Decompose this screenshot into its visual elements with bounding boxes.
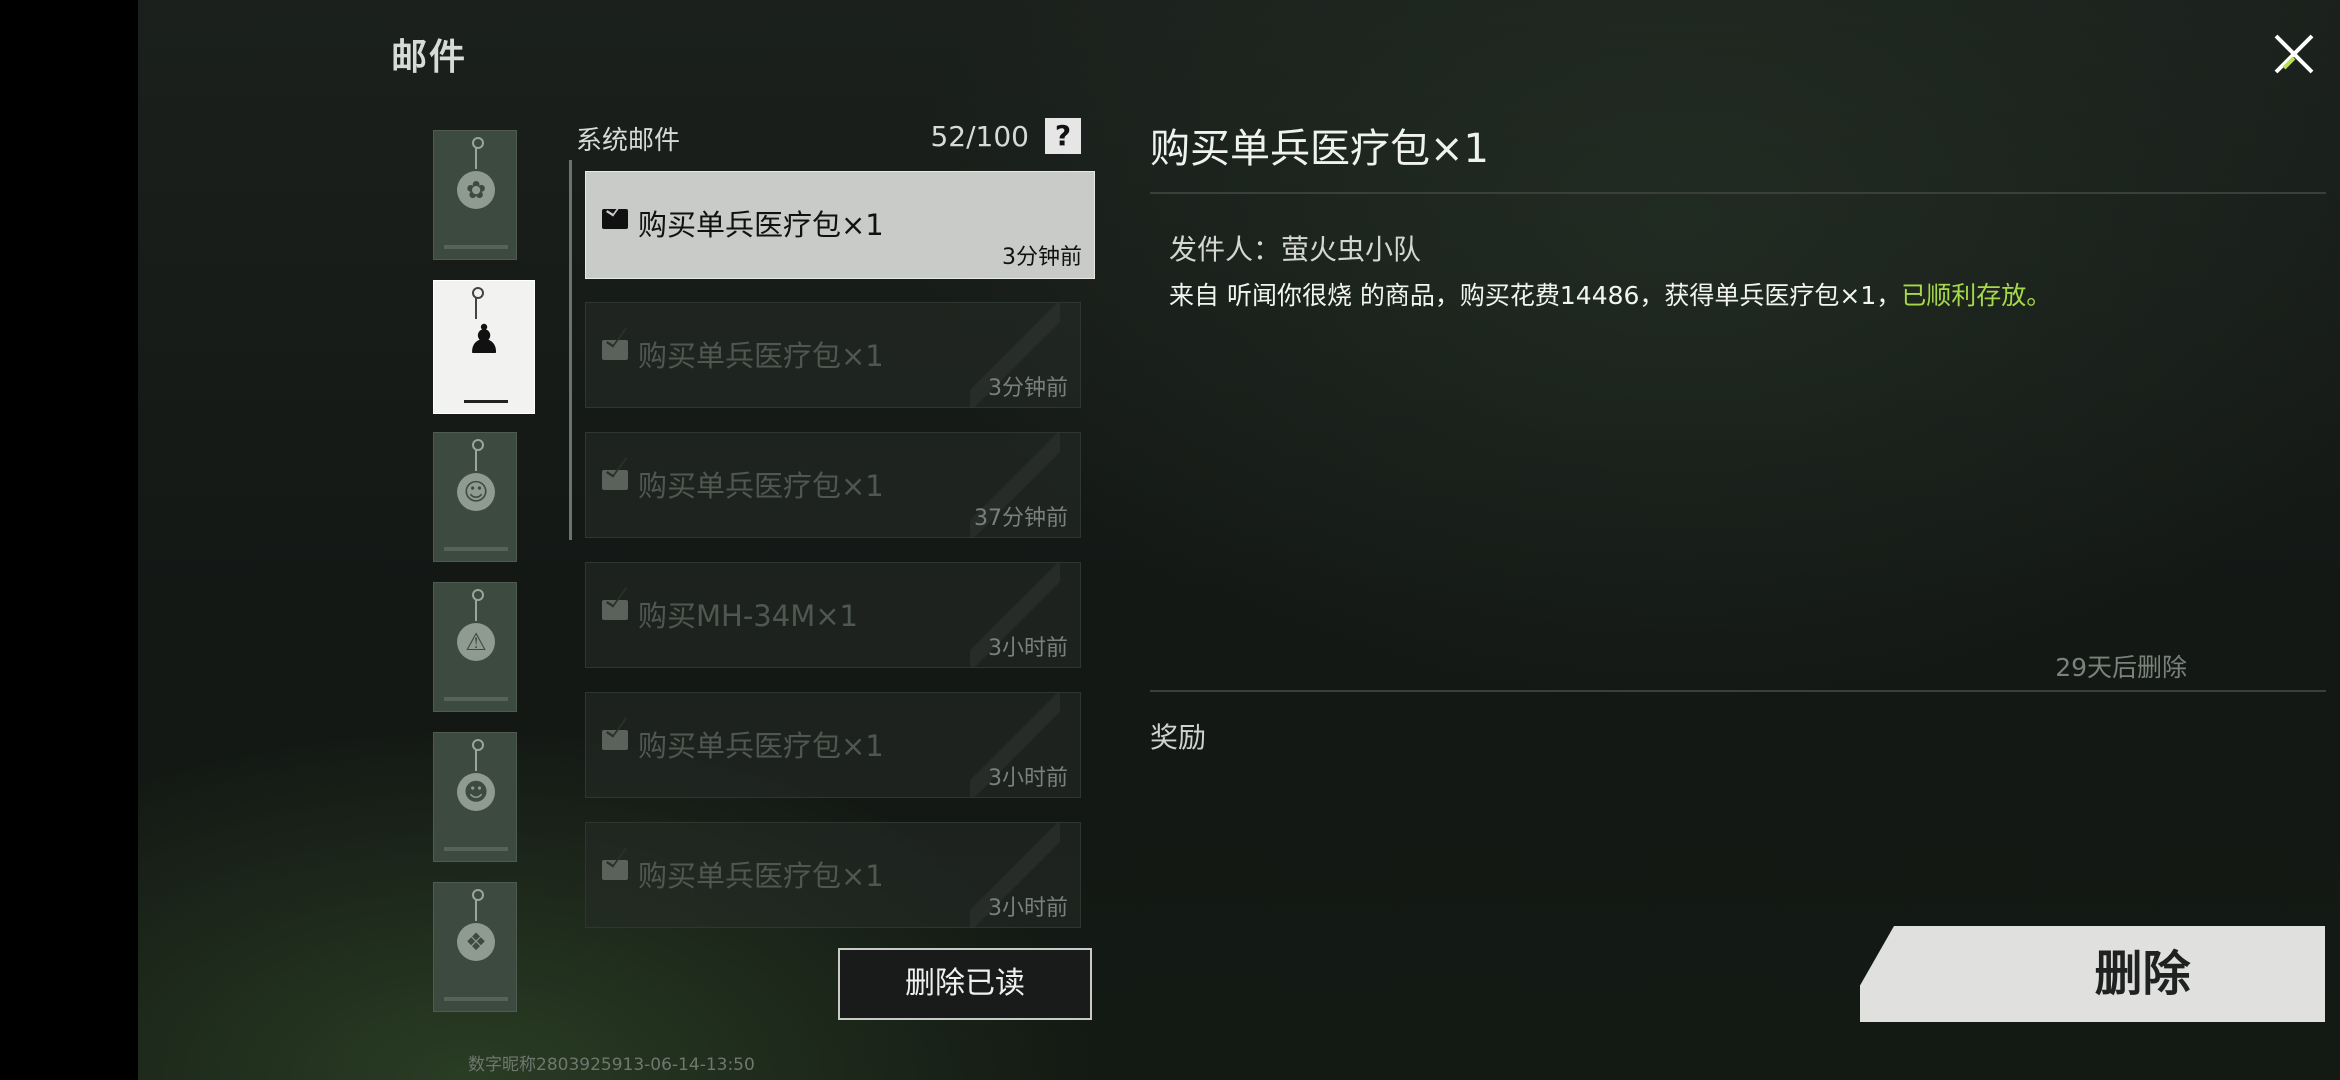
mail-subject: 购买单兵医疗包×1 — [638, 208, 884, 242]
mail-item[interactable]: 购买单兵医疗包×1 3小时前 — [585, 692, 1081, 798]
category-user[interactable]: ♟ — [433, 280, 535, 414]
fine-print — [444, 245, 508, 249]
mail-body-text: 来自 听闻你很烧 的商品，购买花费14486，获得单兵医疗包×1， — [1169, 281, 1902, 310]
hook — [472, 589, 484, 601]
mail-item[interactable]: 购买单兵医疗包×1 3分钟前 — [585, 171, 1095, 279]
mail-item[interactable]: 购买单兵医疗包×1 37分钟前 — [585, 432, 1081, 538]
mail-sender: 发件人：萤火虫小队 — [1169, 233, 1422, 266]
page-title: 邮件 — [391, 37, 468, 78]
fine-print — [444, 547, 508, 551]
fine-print — [444, 697, 508, 701]
footer-id: 数字昵称2803925913-06-14-13:50 — [468, 1055, 755, 1075]
string — [475, 899, 477, 921]
divider — [1150, 690, 2326, 692]
string — [475, 599, 477, 621]
category-bag[interactable]: ❖ — [433, 882, 517, 1012]
expire-notice: 29天后删除 — [2055, 653, 2187, 682]
hook — [472, 889, 484, 901]
mail-subject: 购买单兵医疗包×1 — [638, 729, 884, 763]
mail-time: 3小时前 — [988, 636, 1068, 661]
category-flower[interactable]: ✿ — [433, 130, 517, 260]
string — [475, 147, 477, 169]
warning-icon: ⚠ — [457, 623, 495, 661]
hook — [472, 439, 484, 451]
list-title: 系统邮件 — [576, 126, 681, 156]
mail-subject: 购买单兵医疗包×1 — [638, 859, 884, 893]
string — [475, 449, 477, 471]
fine-print — [444, 997, 508, 1001]
mail-body: 来自 听闻你很烧 的商品，购买花费14486，获得单兵医疗包×1，已顺利存放。 — [1169, 276, 2051, 312]
chat-icon: ☺ — [457, 473, 495, 511]
envelope-icon — [602, 470, 628, 490]
list-scrollbar[interactable] — [569, 160, 572, 540]
mail-subject: 购买单兵医疗包×1 — [638, 469, 884, 503]
delete-read-button[interactable]: 删除已读 — [838, 948, 1092, 1020]
mail-detail-title: 购买单兵医疗包×1 — [1150, 126, 1489, 172]
close-button[interactable] — [2258, 18, 2330, 90]
category-avatar[interactable]: ☻ — [433, 732, 517, 862]
bag-icon: ❖ — [457, 923, 495, 961]
mail-screen: 邮件 ✿ ♟ ☺ ⚠ ☻ ❖ 系统邮件 52/100 ? 购买单兵医疗包×1 3… — [138, 0, 2340, 1080]
mail-body-highlight: 已顺利存放。 — [1901, 281, 2052, 310]
mail-subject: 购买MH-34M×1 — [638, 599, 858, 633]
help-button[interactable]: ? — [1045, 118, 1081, 154]
envelope-icon — [602, 340, 628, 360]
mail-time: 3小时前 — [988, 766, 1068, 791]
mail-time: 3分钟前 — [1002, 245, 1082, 270]
mail-item[interactable]: 购买MH-34M×1 3小时前 — [585, 562, 1081, 668]
mail-item[interactable]: 购买单兵医疗包×1 3分钟前 — [585, 302, 1081, 408]
fine-print — [444, 847, 508, 851]
mail-time: 37分钟前 — [974, 506, 1068, 531]
mail-subject: 购买单兵医疗包×1 — [638, 339, 884, 373]
flower-icon: ✿ — [457, 171, 495, 209]
reward-label: 奖励 — [1150, 721, 1207, 754]
envelope-icon — [602, 600, 628, 620]
mail-count: 52/100 — [930, 120, 1029, 153]
hook — [472, 287, 484, 299]
divider — [1150, 192, 2326, 194]
envelope-icon — [602, 209, 628, 229]
delete-label: 删除 — [2094, 946, 2191, 1002]
hook — [472, 739, 484, 751]
envelope-icon — [602, 860, 628, 880]
string — [475, 297, 477, 319]
mail-time: 3分钟前 — [988, 376, 1068, 401]
delete-button[interactable]: 删除 — [1860, 926, 2325, 1022]
string — [475, 749, 477, 771]
hook — [472, 137, 484, 149]
category-warning[interactable]: ⚠ — [433, 582, 517, 712]
mail-time: 3小时前 — [988, 896, 1068, 921]
list-header: 系统邮件 52/100 ? — [576, 118, 1081, 156]
envelope-icon — [602, 730, 628, 750]
user-icon: ♟ — [465, 317, 503, 363]
category-chat[interactable]: ☺ — [433, 432, 517, 562]
fine-print — [464, 400, 508, 403]
avatar-icon: ☻ — [457, 773, 495, 811]
close-icon — [2274, 34, 2314, 74]
mail-item[interactable]: 购买单兵医疗包×1 3小时前 — [585, 822, 1081, 928]
